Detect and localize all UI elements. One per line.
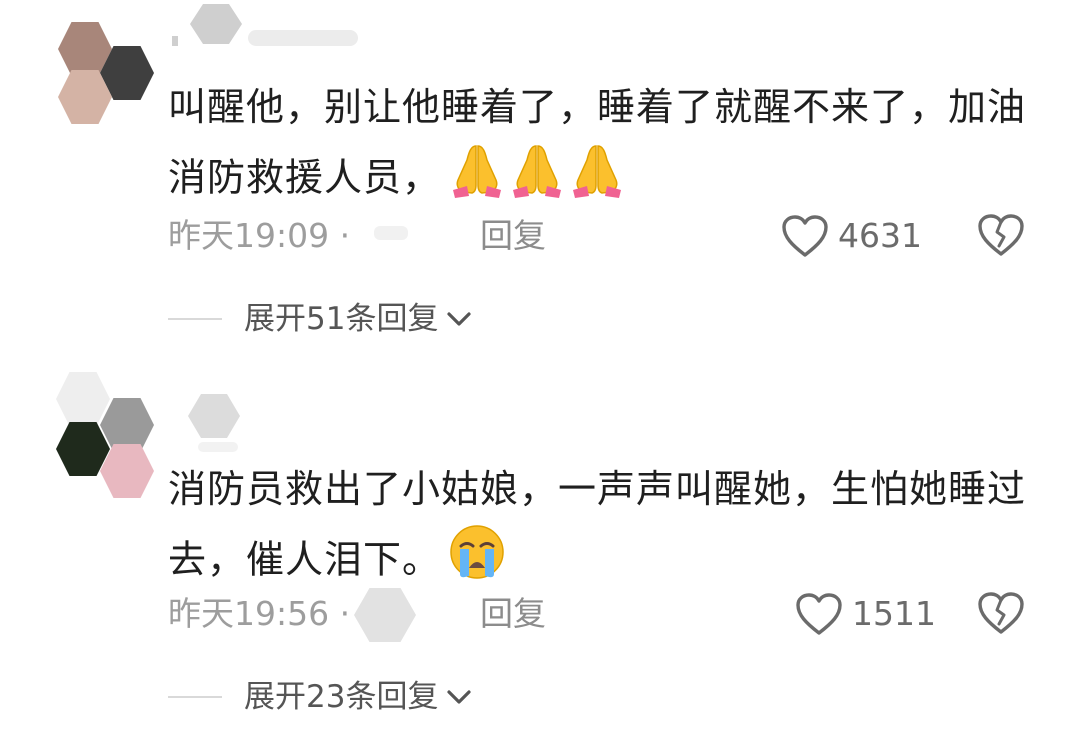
divider-line	[168, 696, 222, 698]
chevron-down-icon	[447, 690, 472, 704]
loudly-crying-face-icon	[450, 525, 504, 579]
reply-button[interactable]: 回复	[480, 208, 546, 264]
comment-meta-row: 昨天19:09 · 回复 4631	[168, 208, 1048, 264]
comment-timestamp: 昨天19:56 ·	[168, 594, 351, 633]
like-count: 1511	[852, 594, 936, 633]
expand-replies-label: 展开51条回复	[244, 301, 439, 337]
folded-hands-icon	[453, 145, 502, 198]
dislike-button[interactable]	[976, 212, 1026, 262]
heart-outline-icon	[796, 593, 842, 635]
heart-outline-icon	[782, 215, 828, 257]
like-button[interactable]: 4631	[780, 212, 922, 260]
like-count: 4631	[838, 216, 922, 255]
location-blurred	[354, 588, 416, 642]
like-button[interactable]: 1511	[794, 590, 936, 638]
comment-meta-row: 昨天19:56 · 回复 1511	[168, 586, 1048, 642]
divider-line	[168, 318, 222, 320]
broken-heart-icon	[978, 592, 1024, 634]
username-blurred[interactable]	[168, 388, 388, 452]
comment-text: 叫醒他，别让他睡着了，睡着了就醒不来了，加油消防救援人员，	[168, 74, 1048, 220]
broken-heart-icon	[978, 214, 1024, 256]
reply-button[interactable]: 回复	[480, 586, 546, 642]
avatar[interactable]	[48, 372, 162, 498]
expand-replies[interactable]: 展开23条回复	[168, 672, 472, 722]
location-blurred	[366, 216, 426, 256]
comment-item: 叫醒他，别让他睡着了，睡着了就醒不来了，加油消防救援人员， 昨天19:09 ·	[0, 0, 1080, 374]
expand-replies-label: 展开23条回复	[244, 679, 439, 715]
avatar[interactable]	[54, 22, 164, 132]
comment-timestamp: 昨天19:09 ·	[168, 216, 351, 255]
chevron-down-icon	[447, 312, 472, 326]
folded-hands-icon	[513, 145, 562, 198]
dislike-button[interactable]	[976, 590, 1026, 640]
comment-text: 消防员救出了小姑娘，一声声叫醒她，生怕她睡过去，催人泪下。	[168, 456, 1048, 602]
folded-hands-icon	[573, 145, 622, 198]
expand-replies[interactable]: 展开51条回复	[168, 294, 472, 344]
comment-item: 消防员救出了小姑娘，一声声叫醒她，生怕她睡过去，催人泪下。 昨天19:56 · …	[0, 362, 1080, 748]
username-blurred[interactable]	[168, 0, 388, 56]
